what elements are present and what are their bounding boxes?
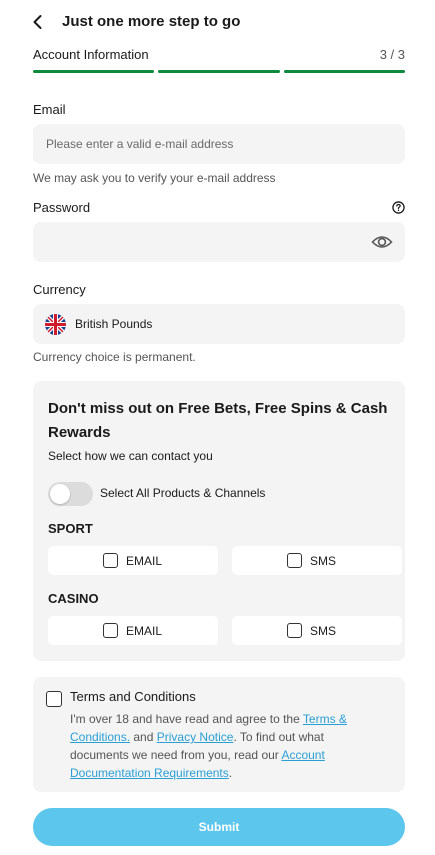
select-all-toggle[interactable]: [48, 482, 93, 506]
option-label: SMS: [310, 554, 337, 568]
marketing-title: Don't miss out on Free Bets, Free Spins …: [48, 400, 388, 441]
select-all-label: Select All Products & Channels: [100, 486, 266, 500]
email-field[interactable]: [33, 124, 405, 164]
casino-sms-option[interactable]: SMS: [232, 616, 402, 645]
sport-email-option[interactable]: EMAIL: [48, 546, 218, 575]
toggle-knob: [50, 484, 70, 504]
marketing-panel: Don't miss out on Free Bets, Free Spins …: [33, 381, 405, 661]
terms-text: I'm over 18 and have read and agree to t…: [70, 710, 370, 782]
currency-value: British Pounds: [75, 317, 153, 331]
marketing-subtitle: Select how we can contact you: [48, 449, 213, 463]
chevron-left-icon[interactable]: [28, 12, 48, 32]
currency-label: Currency: [33, 282, 86, 297]
progress-step-3: [284, 70, 405, 73]
currency-hint: Currency choice is permanent.: [33, 350, 196, 364]
question-circle-icon[interactable]: [392, 201, 405, 214]
casino-email-checkbox[interactable]: [103, 623, 118, 638]
sport-email-checkbox[interactable]: [103, 553, 118, 568]
terms-panel: Terms and Conditions I'm over 18 and hav…: [33, 677, 405, 792]
page-title: Just one more step to go: [62, 13, 241, 30]
terms-title: Terms and Conditions: [70, 689, 196, 704]
option-label: EMAIL: [126, 624, 163, 638]
step-label: Account Information: [33, 47, 149, 62]
password-label: Password: [33, 200, 91, 215]
email-label: Email: [33, 102, 66, 117]
sport-sms-checkbox[interactable]: [287, 553, 302, 568]
casino-sms-checkbox[interactable]: [287, 623, 302, 638]
terms-checkbox[interactable]: [46, 691, 62, 707]
section-title-casino: CASINO: [48, 591, 99, 606]
privacy-link[interactable]: Privacy Notice: [157, 730, 234, 744]
password-field-wrapper: [33, 222, 405, 262]
terms-text-part: .: [228, 766, 233, 780]
casino-email-option[interactable]: EMAIL: [48, 616, 218, 645]
submit-button[interactable]: Submit: [33, 808, 405, 846]
terms-text-part: and: [130, 730, 157, 744]
header: Just one more step to go: [0, 0, 435, 44]
progress-step-2: [158, 70, 280, 73]
section-title-sport: SPORT: [48, 521, 93, 536]
eye-icon[interactable]: [371, 233, 393, 251]
step-count: 3 / 3: [379, 47, 405, 62]
uk-flag-icon: [45, 314, 66, 335]
option-label: SMS: [310, 624, 337, 638]
progress-step-1: [33, 70, 154, 73]
currency-select[interactable]: British Pounds: [33, 304, 405, 344]
option-label: EMAIL: [126, 554, 163, 568]
email-hint: We may ask you to verify your e-mail add…: [33, 171, 276, 185]
terms-text-part: I'm over 18 and have read and agree to t…: [70, 712, 303, 726]
email-field-wrapper: [33, 124, 405, 164]
sport-sms-option[interactable]: SMS: [232, 546, 402, 575]
password-field[interactable]: [33, 222, 405, 262]
